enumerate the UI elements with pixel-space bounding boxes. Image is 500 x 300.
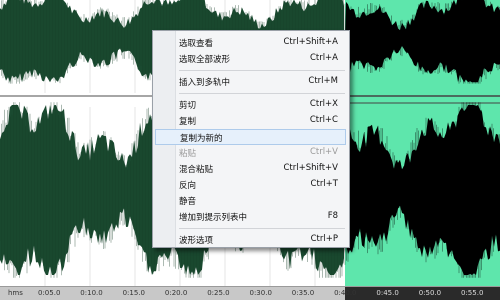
ruler-tick-label: 0:30.0: [249, 289, 272, 297]
context-menu-item[interactable]: 混合粘贴 Ctrl+Shift+V: [155, 161, 346, 177]
ruler-tick-label: 0:10.0: [80, 289, 103, 297]
menu-item-label: 混合粘贴: [179, 165, 214, 175]
menu-item-shortcut: Ctrl+C: [309, 115, 338, 125]
time-ruler[interactable]: hms 0:05.0 0:10.0 0:15.0 0:20.0 0:25.0 0:30.0 0…: [0, 286, 500, 300]
context-menu-item[interactable]: 反向 Ctrl+T: [155, 177, 346, 193]
context-menu-item[interactable]: 剪切 Ctrl+X: [155, 97, 346, 113]
channel-divider-selected: [345, 93, 500, 107]
ruler-tick-label: hms: [8, 289, 23, 297]
menu-item-label: 反向: [179, 181, 197, 191]
ruler-tick-label: 0:45.0: [376, 289, 399, 297]
ruler-tick-label: 0:50.0: [418, 289, 442, 297]
context-menu-item[interactable]: 插入到多轨中 Ctrl+M: [155, 74, 346, 90]
menu-item-shortcut: Ctrl+T: [310, 179, 338, 189]
menu-separator: [179, 70, 345, 71]
menu-item-label: 选取全部波形: [179, 55, 231, 65]
menu-item-label: 静音: [179, 197, 197, 207]
menu-item-label: 增加到提示列表中: [179, 213, 248, 223]
ruler-tick-label: 0:25.0: [207, 289, 230, 297]
context-menu-item: 粘贴 Ctrl+V: [155, 145, 346, 161]
context-menu-item[interactable]: 增加到提示列表中 F8: [155, 209, 346, 225]
menu-separator: [179, 228, 345, 229]
menu-separator: [179, 93, 345, 94]
menu-item-shortcut: Ctrl+X: [309, 99, 338, 109]
ruler-tick-label: 0:05.0: [38, 289, 61, 297]
menu-item-label: 插入到多轨中: [179, 78, 231, 88]
context-menu-item[interactable]: 复制 Ctrl+C: [155, 113, 346, 129]
menu-item-shortcut: Ctrl+P: [310, 234, 338, 244]
menu-item-shortcut: Ctrl+Shift+V: [283, 163, 338, 173]
menu-item-shortcut: F8: [327, 211, 338, 221]
menu-item-label: 粘贴: [179, 149, 197, 159]
ruler-tick-label: 0:15.0: [122, 289, 145, 297]
ruler-tick-label: 0:55.0: [461, 289, 484, 297]
context-menu-item[interactable]: 复制为新的: [155, 129, 346, 145]
context-menu-item[interactable]: 静音: [155, 193, 346, 209]
ruler-tick-label: 0:40.0: [334, 289, 357, 297]
menu-item-shortcut: Ctrl+M: [308, 76, 338, 86]
menu-item-label: 复制为新的: [180, 134, 223, 144]
context-menu-item[interactable]: 波形选项 Ctrl+P: [155, 232, 346, 248]
menu-item-label: 剪切: [179, 101, 197, 111]
menu-item-label: 波形选项: [179, 236, 214, 246]
menu-item-label: 复制: [179, 117, 197, 127]
context-menu-item[interactable]: 选取查看 Ctrl+Shift+A: [155, 35, 346, 51]
ruler-tick-label: 0:35.0: [291, 289, 315, 297]
menu-item-shortcut: Ctrl+A: [309, 53, 338, 63]
menu-item-shortcut: Ctrl+Shift+A: [283, 37, 338, 47]
context-menu: 选取查看 Ctrl+Shift+A 选取全部波形 Ctrl+A 插入到多轨中 Ctrl+M…: [152, 30, 350, 248]
ruler-tick-label: 0:20.0: [164, 289, 188, 297]
menu-item-label: 选取查看: [179, 39, 214, 49]
context-menu-item[interactable]: 选取全部波形 Ctrl+A: [155, 51, 346, 67]
waveform-editor[interactable]: hms 0:05.0 0:10.0 0:15.0 0:20.0 0:25.0 0:30.0 0…: [0, 0, 500, 300]
menu-item-shortcut: Ctrl+V: [309, 147, 338, 157]
